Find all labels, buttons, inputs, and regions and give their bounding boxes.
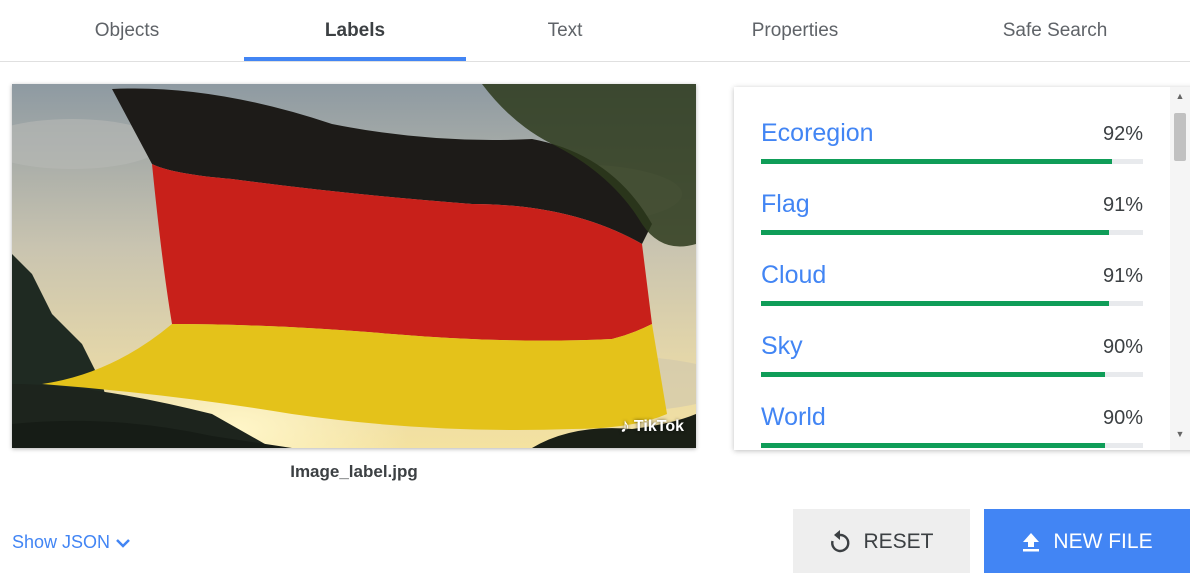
label-row: Sky 90%	[761, 332, 1143, 403]
image-filename: Image_label.jpg	[290, 462, 418, 481]
confidence-bar	[761, 301, 1143, 306]
watermark-text: TikTok	[633, 417, 684, 435]
label-name[interactable]: Flag	[761, 190, 810, 219]
label-row: Flag 91%	[761, 190, 1143, 261]
label-row: Cloud 91%	[761, 261, 1143, 332]
show-json-toggle[interactable]: Show JSON	[12, 532, 130, 553]
label-name[interactable]: Cloud	[761, 261, 826, 290]
confidence-bar	[761, 443, 1143, 448]
tab-bar: Objects Labels Text Properties Safe Sear…	[0, 0, 1190, 62]
flag-photo	[12, 84, 696, 448]
confidence-bar-fill	[761, 372, 1105, 377]
image-preview: ♪ TikTok	[12, 84, 696, 448]
tab-text[interactable]: Text	[480, 0, 650, 62]
reset-label: RESET	[863, 530, 934, 553]
scroll-thumb[interactable]	[1174, 113, 1186, 161]
new-file-button[interactable]: NEW FILE	[984, 509, 1190, 573]
label-score: 92%	[1102, 123, 1143, 145]
reset-button[interactable]: RESET	[793, 509, 970, 573]
label-name[interactable]: World	[761, 403, 826, 432]
upload-icon	[1023, 533, 1040, 552]
scroll-up-icon[interactable]: ▲	[1170, 91, 1190, 101]
labels-list: Ecoregion 92% Flag 91% Cloud 91% Sky 90%…	[734, 87, 1190, 450]
tab-safe-search[interactable]: Safe Search	[960, 0, 1150, 62]
confidence-bar-fill	[761, 443, 1105, 448]
confidence-bar-fill	[761, 230, 1109, 235]
tiktok-logo-icon: ♪	[619, 415, 630, 437]
confidence-bar	[761, 230, 1143, 235]
label-score: 90%	[1102, 407, 1143, 429]
scroll-down-icon[interactable]: ▼	[1170, 429, 1190, 439]
label-row: Ecoregion 92%	[761, 119, 1143, 190]
label-name[interactable]: Ecoregion	[761, 119, 874, 148]
active-tab-indicator	[244, 57, 466, 61]
confidence-bar-fill	[761, 159, 1113, 164]
labels-scrollbar[interactable]: ▲ ▼	[1170, 87, 1190, 450]
tab-properties[interactable]: Properties	[700, 0, 890, 62]
confidence-bar	[761, 372, 1143, 377]
label-row: World 90%	[761, 403, 1143, 450]
label-score: 90%	[1102, 336, 1143, 358]
tab-labels[interactable]: Labels	[244, 0, 466, 62]
label-score: 91%	[1102, 265, 1143, 287]
chevron-down-icon	[116, 538, 130, 548]
label-name[interactable]: Sky	[761, 332, 803, 361]
show-json-label: Show JSON	[12, 532, 111, 552]
confidence-bar-fill	[761, 301, 1109, 306]
reset-icon	[831, 530, 850, 553]
tiktok-watermark: ♪ TikTok	[620, 415, 684, 438]
label-score: 91%	[1102, 194, 1143, 216]
tab-objects[interactable]: Objects	[42, 0, 212, 62]
confidence-bar	[761, 159, 1143, 164]
new-file-label: NEW FILE	[1053, 530, 1153, 553]
